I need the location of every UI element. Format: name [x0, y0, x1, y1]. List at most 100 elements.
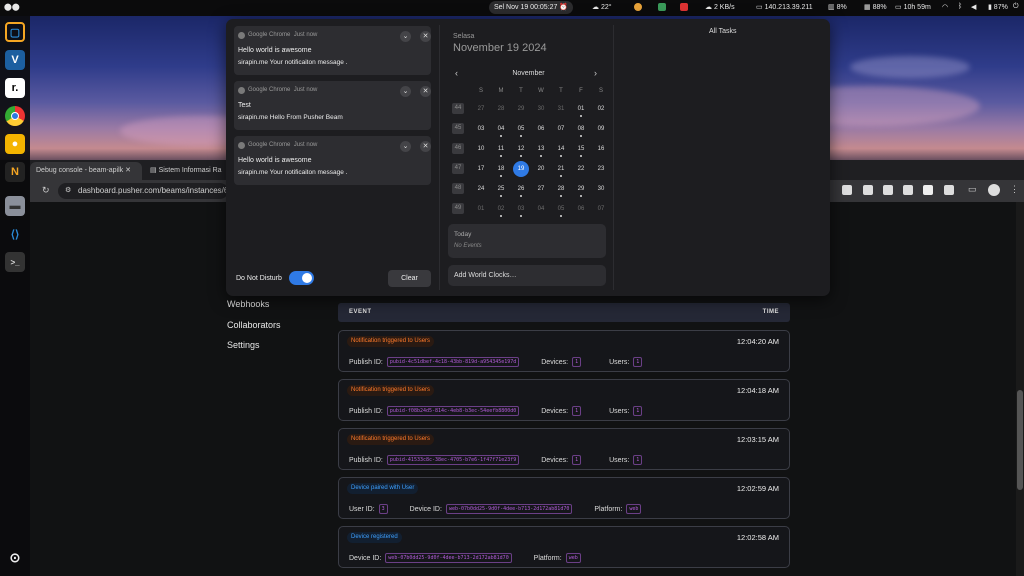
- clear-button[interactable]: Clear: [388, 270, 431, 287]
- chrome-tray-icon[interactable]: [634, 3, 644, 12]
- calendar-day[interactable]: 30: [591, 182, 611, 196]
- calendar-day[interactable]: 21: [551, 162, 571, 177]
- event-card[interactable]: Notification triggered to Users 12:03:15…: [338, 428, 790, 470]
- wifi-icon[interactable]: ◠: [942, 3, 948, 11]
- calendar-day[interactable]: 24: [471, 182, 491, 196]
- terminal-icon[interactable]: >_: [5, 252, 25, 272]
- close-icon[interactable]: ✕: [420, 86, 431, 97]
- event-card[interactable]: Notification triggered to Users 12:04:18…: [338, 379, 790, 421]
- volume-icon[interactable]: ◀: [971, 3, 976, 11]
- calendar-day[interactable]: 27: [471, 102, 491, 116]
- calendar-day[interactable]: 12: [511, 142, 531, 157]
- calendar-day[interactable]: 28: [551, 182, 571, 197]
- calendar-day[interactable]: 26: [511, 182, 531, 197]
- cast-icon[interactable]: ▭: [968, 184, 977, 195]
- calendar-day[interactable]: 01: [471, 202, 491, 216]
- scrollbar[interactable]: [1016, 202, 1024, 576]
- calendar-day[interactable]: 25: [491, 182, 511, 197]
- publish-id-value[interactable]: pubid-4c51dbef-4c18-43bb-819d-a954345e19…: [386, 357, 520, 367]
- expand-icon[interactable]: ⌄: [400, 86, 411, 97]
- expand-icon[interactable]: ⌄: [400, 141, 411, 152]
- extension-icon-3[interactable]: [883, 185, 893, 195]
- nav-webhooks[interactable]: Webhooks: [227, 299, 269, 309]
- calendar-day[interactable]: 03: [471, 122, 491, 136]
- files-icon[interactable]: ▬: [5, 196, 25, 216]
- virtualbox-icon[interactable]: ▢: [5, 22, 25, 42]
- notification-item[interactable]: Google Chrome Just now ⌄ ✕ Hello world i…: [234, 26, 431, 75]
- add-world-clocks-button[interactable]: Add World Clocks…: [448, 265, 606, 286]
- close-icon[interactable]: ✕: [420, 31, 431, 42]
- calendar-day[interactable]: 10: [471, 142, 491, 156]
- vscode-icon[interactable]: ⟨⟩: [5, 224, 25, 244]
- calendar-day[interactable]: 04: [491, 122, 511, 137]
- calendar-day[interactable]: 29: [511, 102, 531, 116]
- site-info-icon[interactable]: ⚙: [65, 183, 71, 199]
- calendar-day[interactable]: 17: [471, 162, 491, 176]
- calendar-day[interactable]: 08: [571, 122, 591, 137]
- n-extension-icon[interactable]: [923, 185, 933, 195]
- battery-indicator[interactable]: ▮ 87%: [988, 3, 1008, 11]
- calendar-day[interactable]: 11: [491, 142, 511, 157]
- calendar-day[interactable]: 29: [571, 182, 591, 197]
- menu-icon[interactable]: ⋮: [1010, 184, 1019, 195]
- extensions-puzzle-icon[interactable]: [944, 185, 954, 195]
- extension-icon-2[interactable]: [863, 185, 873, 195]
- event-card[interactable]: Notification triggered to Users 12:04:20…: [338, 330, 790, 372]
- activities-icon[interactable]: ⬤⬤: [4, 3, 20, 11]
- vmware-icon[interactable]: V: [5, 50, 25, 70]
- calendar-day[interactable]: 07: [591, 202, 611, 216]
- app-grid-icon[interactable]: ⊙: [5, 548, 25, 568]
- calendar-day[interactable]: 30: [531, 102, 551, 116]
- calendar-day[interactable]: 20: [531, 162, 551, 176]
- calendar-day[interactable]: 05: [511, 122, 531, 137]
- close-icon[interactable]: ✕: [125, 167, 131, 174]
- calendar-day[interactable]: 31: [551, 102, 571, 116]
- extension-icon-1[interactable]: [842, 185, 852, 195]
- user-id-value[interactable]: 3: [378, 504, 388, 514]
- app-tray-icon[interactable]: [658, 3, 668, 12]
- expand-icon[interactable]: ⌄: [400, 31, 411, 42]
- profile-avatar[interactable]: [988, 184, 1000, 196]
- do-not-disturb-toggle[interactable]: [289, 271, 314, 285]
- calendar-day[interactable]: 07: [551, 122, 571, 136]
- device-id-value[interactable]: web-07b0dd25-9d0f-4dee-b713-2d172ab81d70: [445, 504, 573, 514]
- calendar-day[interactable]: 03: [511, 202, 531, 217]
- keep-icon[interactable]: ●: [5, 134, 25, 154]
- calendar-day[interactable]: 01: [571, 102, 591, 117]
- calendar-day[interactable]: 15: [571, 142, 591, 157]
- power-icon[interactable]: ⏻: [1013, 3, 1019, 11]
- notification-item[interactable]: Google Chrome Just now ⌄ ✕ Hello world i…: [234, 136, 431, 185]
- reload-icon[interactable]: ↻: [42, 185, 50, 196]
- pdf-extension-icon[interactable]: [903, 185, 913, 195]
- calendar-day[interactable]: 04: [531, 202, 551, 216]
- address-bar[interactable]: ⚙ dashboard.pusher.com/beams/instances/6c: [58, 183, 228, 199]
- tab-debug-console[interactable]: Debug console - beam-apilk ✕: [30, 162, 142, 180]
- calendar-day[interactable]: 06: [571, 202, 591, 216]
- calendar-day[interactable]: 28: [491, 102, 511, 116]
- next-month-button[interactable]: ›: [594, 68, 597, 78]
- nav-settings[interactable]: Settings: [227, 340, 260, 350]
- r-app-icon[interactable]: r.: [5, 78, 25, 98]
- calendar-day[interactable]: 13: [531, 142, 551, 157]
- chrome-icon[interactable]: [5, 106, 25, 126]
- close-icon[interactable]: ✕: [420, 141, 431, 152]
- n-app-icon[interactable]: N: [5, 162, 25, 182]
- record-tray-icon[interactable]: [680, 3, 690, 12]
- bluetooth-icon[interactable]: ᛒ: [958, 3, 962, 10]
- calendar-day[interactable]: 02: [491, 202, 511, 217]
- calendar-day[interactable]: 05: [551, 202, 571, 217]
- publish-id-value[interactable]: pubid-f08b24d5-814c-4eb8-b3ec-54eefb8800…: [386, 406, 520, 416]
- calendar-day[interactable]: 09: [591, 122, 611, 136]
- event-card[interactable]: Device registered 12:02:58 AM Device ID:…: [338, 526, 790, 568]
- today-events[interactable]: Today No Events: [448, 224, 606, 258]
- calendar-day[interactable]: 14: [551, 142, 571, 157]
- calendar-day[interactable]: 16: [591, 142, 611, 156]
- prev-month-button[interactable]: ‹: [455, 68, 458, 78]
- weather-icon[interactable]: ☁ 22°: [592, 3, 612, 11]
- publish-id-value[interactable]: pubid-41533c8c-38ec-4705-b7e6-1f47f71e23…: [386, 455, 520, 465]
- calendar-day[interactable]: 22: [571, 162, 591, 176]
- calendar-date[interactable]: November 19 2024: [453, 42, 547, 54]
- calendar-day[interactable]: 23: [591, 162, 611, 176]
- calendar-day[interactable]: 02: [591, 102, 611, 116]
- calendar-day[interactable]: 18: [491, 162, 511, 177]
